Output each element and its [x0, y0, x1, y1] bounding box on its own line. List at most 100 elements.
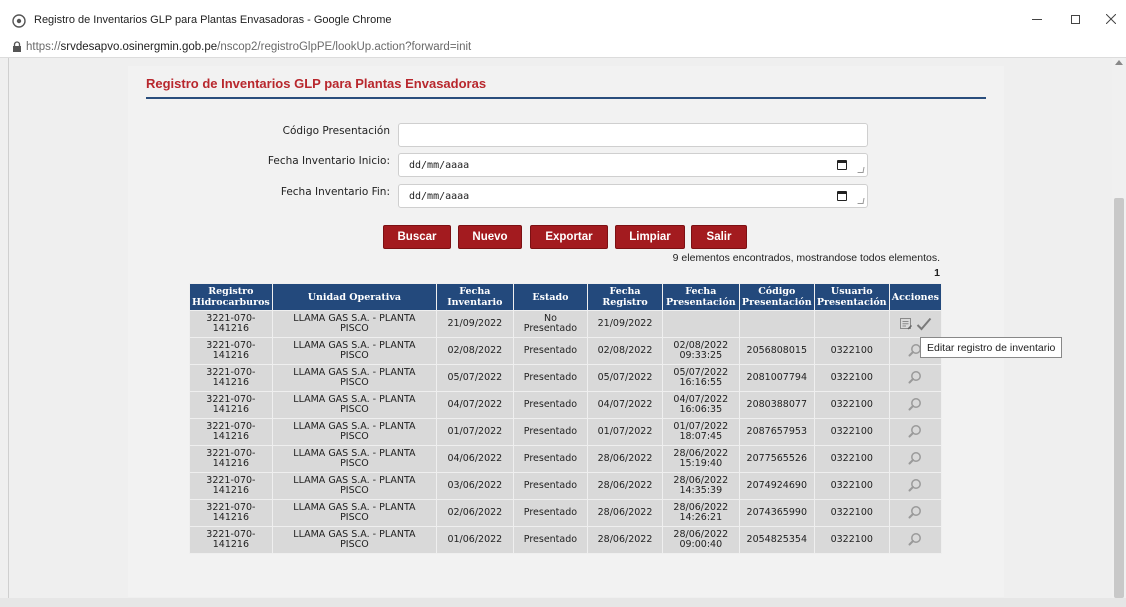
exportar-button[interactable]: Exportar — [530, 225, 608, 249]
cell-acciones — [889, 446, 941, 472]
table-row: 3221-070- 141216 LLAMA GAS S.A. - PLANTA PI… — [190, 311, 941, 337]
table-row: 3221-070- 141216 LLAMA GAS S.A. - PLANTA PI… — [190, 419, 941, 445]
cell-registro: 3221-070- 141216 — [190, 500, 272, 526]
cell-codigo-presentacion-text: 2054825354 — [746, 534, 807, 545]
cell-usuario-presentacion-text: 0322100 — [830, 507, 873, 518]
table-row: 3221-070- 141216 LLAMA GAS S.A. - PLANTA PI… — [190, 473, 941, 499]
cell-fecha-presentacion: 28/06/2022 15:19:40 — [662, 446, 739, 472]
url-text[interactable]: https://srvdesapvo.osinergmin.gob.pe/nsc… — [26, 41, 471, 53]
header-fecha-inventario[interactable]: Fecha Inventario — [437, 284, 513, 310]
buscar-button[interactable]: Buscar — [383, 225, 451, 249]
cell-registro-text: 141216 — [212, 485, 250, 496]
cell-fecha-presentacion-text: 18:07:45 — [679, 431, 723, 442]
cell-fecha-inventario: 02/08/2022 — [437, 338, 513, 364]
cell-unidad-operativa-text: PISCO — [340, 512, 369, 523]
cell-usuario-presentacion-text: 0322100 — [830, 345, 873, 356]
header-estado[interactable]: Estado — [513, 284, 588, 310]
cell-estado-text: Presentado — [523, 426, 578, 437]
cell-unidad-operativa: LLAMA GAS S.A. - PLANTA PISCO — [272, 311, 437, 337]
fecha-fin-input[interactable]: dd/mm/aaaa — [398, 184, 868, 208]
magnifier-icon[interactable] — [908, 370, 922, 384]
cell-unidad-operativa-text: PISCO — [340, 404, 369, 415]
maximize-button[interactable] — [1060, 8, 1090, 30]
fecha-inicio-input[interactable]: dd/mm/aaaa — [398, 153, 868, 177]
cell-codigo-presentacion-text: 2056808015 — [746, 345, 807, 356]
cell-fecha-presentacion-text: 14:26:21 — [679, 512, 723, 523]
cell-registro: 3221-070- 141216 — [190, 392, 272, 418]
header-unidad-operativa[interactable]: Unidad Operativa — [272, 284, 437, 310]
cell-codigo-presentacion: 2054825354 — [739, 527, 814, 553]
cell-codigo-presentacion-text: 2081007794 — [746, 372, 807, 383]
header-text: Unidad Operativa — [307, 291, 402, 303]
check-icon[interactable] — [916, 317, 932, 331]
cell-fecha-inventario-text: 02/06/2022 — [447, 507, 503, 518]
cell-estado-text: Presentado — [523, 372, 578, 383]
nuevo-button[interactable]: Nuevo — [458, 225, 522, 249]
cell-unidad-operativa: LLAMA GAS S.A. - PLANTA PISCO — [272, 338, 437, 364]
header-fecha-registro[interactable]: Fecha Registro — [588, 284, 662, 310]
cell-fecha-registro: 05/07/2022 — [588, 365, 662, 391]
resize-grip-icon — [857, 167, 865, 173]
cell-unidad-operativa-text: PISCO — [340, 485, 369, 496]
cell-unidad-operativa: LLAMA GAS S.A. - PLANTA PISCO — [272, 473, 437, 499]
cell-registro: 3221-070- 141216 — [190, 338, 272, 364]
header-text: Presentación — [741, 297, 812, 308]
limpiar-button[interactable]: Limpiar — [615, 225, 685, 249]
cell-usuario-presentacion — [814, 311, 889, 337]
scrollbar-thumb[interactable] — [1114, 198, 1124, 598]
header-usuario-presentacion[interactable]: Usuario Presentación — [814, 284, 889, 310]
cell-unidad-operativa-text: PISCO — [340, 539, 369, 550]
cell-codigo-presentacion: 2087657953 — [739, 419, 814, 445]
cell-codigo-presentacion: 2074365990 — [739, 500, 814, 526]
cell-registro-text: 141216 — [212, 377, 250, 388]
cell-usuario-presentacion: 0322100 — [814, 338, 889, 364]
magnifier-icon[interactable] — [908, 505, 922, 519]
lock-icon — [13, 41, 21, 52]
header-codigo-presentacion[interactable]: Código Presentación — [739, 284, 814, 310]
cell-usuario-presentacion-text: 0322100 — [830, 480, 873, 491]
calendar-icon[interactable] — [837, 191, 847, 201]
address-bar[interactable]: https://srvdesapvo.osinergmin.gob.pe/nsc… — [0, 36, 1126, 58]
cell-registro: 3221-070- 141216 — [190, 365, 272, 391]
cell-unidad-operativa-text: PISCO — [340, 377, 369, 388]
cell-estado: No Presentado — [513, 311, 588, 337]
cell-registro-text: 141216 — [212, 458, 250, 469]
header-text: Inventario — [447, 297, 503, 308]
url-path: /nscop2/registroGlpPE/lookUp.action?forw… — [217, 41, 472, 53]
scroll-up-icon[interactable] — [1115, 60, 1123, 65]
magnifier-icon[interactable] — [908, 397, 922, 411]
cell-fecha-registro: 04/07/2022 — [588, 392, 662, 418]
cell-estado: Presentado — [513, 338, 588, 364]
cell-unidad-operativa: LLAMA GAS S.A. - PLANTA PISCO — [272, 419, 437, 445]
cell-unidad-operativa-text: PISCO — [340, 431, 369, 442]
magnifier-icon[interactable] — [908, 451, 922, 465]
cell-fecha-registro-text: 28/06/2022 — [597, 480, 653, 491]
header-text: Fecha — [459, 286, 491, 297]
table-row: 3221-070- 141216 LLAMA GAS S.A. - PLANTA PI… — [190, 500, 941, 526]
cell-fecha-registro-text: 02/08/2022 — [597, 345, 653, 356]
cell-acciones — [889, 473, 941, 499]
cell-registro-text: 141216 — [212, 404, 250, 415]
cell-usuario-presentacion: 0322100 — [814, 500, 889, 526]
magnifier-icon[interactable] — [908, 424, 922, 438]
fecha-fin-value: dd/mm/aaaa — [409, 191, 470, 202]
cell-usuario-presentacion: 0322100 — [814, 419, 889, 445]
codigo-input[interactable] — [398, 123, 868, 147]
header-fecha-presentacion[interactable]: Fecha Presentación — [662, 284, 739, 310]
calendar-icon[interactable] — [837, 160, 847, 170]
close-button[interactable] — [1096, 8, 1126, 30]
minimize-button[interactable] — [1022, 8, 1052, 30]
magnifier-icon[interactable] — [908, 532, 922, 546]
cell-fecha-presentacion: 28/06/2022 09:00:40 — [662, 527, 739, 553]
page-number[interactable]: 1 — [930, 267, 940, 279]
table-row: 3221-070- 141216 LLAMA GAS S.A. - PLANTA PI… — [190, 365, 941, 391]
cell-fecha-inventario: 01/06/2022 — [437, 527, 513, 553]
header-registro[interactable]: Registro Hidrocarburos — [190, 284, 272, 310]
cell-registro: 3221-070- 141216 — [190, 446, 272, 472]
edit-icon[interactable] — [899, 317, 913, 331]
salir-button[interactable]: Salir — [691, 225, 747, 249]
fecha-inicio-value: dd/mm/aaaa — [409, 160, 470, 171]
magnifier-icon[interactable] — [908, 478, 922, 492]
cell-fecha-presentacion-text: 09:33:25 — [679, 350, 723, 361]
cell-unidad-operativa: LLAMA GAS S.A. - PLANTA PISCO — [272, 365, 437, 391]
